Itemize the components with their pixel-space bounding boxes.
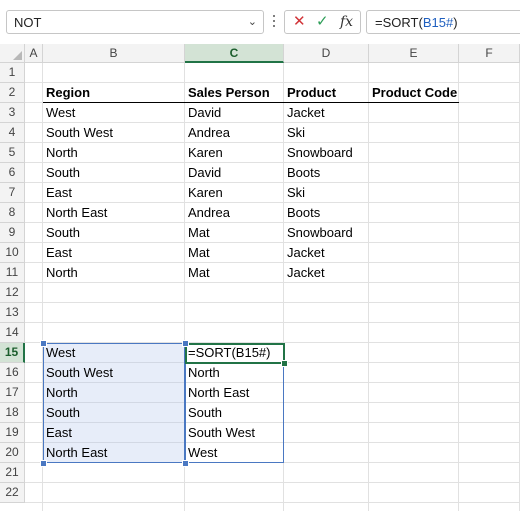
cell-d3[interactable]: Jacket <box>284 103 369 123</box>
select-all-corner[interactable] <box>0 44 25 63</box>
column-header-a[interactable]: A <box>25 44 43 63</box>
formula-bar: NOT ⌄ ✕ ✓ fx =SORT(B15#) <box>0 0 520 45</box>
cell-c3[interactable]: David <box>185 103 284 123</box>
cell-c15[interactable]: =SORT(B15#) <box>185 343 284 363</box>
cell-c19[interactable]: South West <box>185 423 284 443</box>
row-header-15[interactable]: 15 <box>0 343 25 363</box>
cell-b4[interactable]: South West <box>43 123 185 143</box>
cell-c16[interactable]: North <box>185 363 284 383</box>
x-icon[interactable]: ✕ <box>293 11 306 33</box>
name-box[interactable]: NOT ⌄ <box>6 10 264 34</box>
cell-d4[interactable]: Ski <box>284 123 369 143</box>
row-header-18[interactable]: 18 <box>0 403 25 423</box>
row-header-8[interactable]: 8 <box>0 203 25 223</box>
cell-d5[interactable]: Snowboard <box>284 143 369 163</box>
row-header-7[interactable]: 7 <box>0 183 25 203</box>
formula-input[interactable]: =SORT(B15#) <box>366 10 520 34</box>
cell-b5[interactable]: North <box>43 143 185 163</box>
cell-c7[interactable]: Karen <box>185 183 284 203</box>
cell-c18[interactable]: South <box>185 403 284 423</box>
grid-row-line <box>25 502 520 503</box>
row-header-4[interactable]: 4 <box>0 123 25 143</box>
name-box-value: NOT <box>14 15 42 30</box>
grid-row-line <box>25 482 520 483</box>
formula-buttons: ✕ ✓ fx <box>284 10 361 34</box>
cell-b19[interactable]: East <box>43 423 185 443</box>
cell-b10[interactable]: East <box>43 243 185 263</box>
cell-d11[interactable]: Jacket <box>284 263 369 283</box>
cell-b3[interactable]: West <box>43 103 185 123</box>
cell-d9[interactable]: Snowboard <box>284 223 369 243</box>
range-handle-bottom-left[interactable] <box>40 460 47 467</box>
grid-column-line <box>458 63 459 511</box>
row-header-1[interactable]: 1 <box>0 63 25 83</box>
cell-d6[interactable]: Boots <box>284 163 369 183</box>
row-header-16[interactable]: 16 <box>0 363 25 383</box>
cell-d7[interactable]: Ski <box>284 183 369 203</box>
row-header-21[interactable]: 21 <box>0 463 25 483</box>
cell-b9[interactable]: South <box>43 223 185 243</box>
grid-row-line <box>25 302 520 303</box>
formula-text: =SORT(B15#) <box>375 15 458 30</box>
cell-c8[interactable]: Andrea <box>185 203 284 223</box>
cell-c20[interactable]: West <box>185 443 284 463</box>
row-header-12[interactable]: 12 <box>0 283 25 303</box>
column-header-e[interactable]: E <box>369 44 459 63</box>
check-icon[interactable]: ✓ <box>316 11 329 33</box>
column-header-b[interactable]: B <box>43 44 185 63</box>
row-header-13[interactable]: 13 <box>0 303 25 323</box>
cell-c5[interactable]: Karen <box>185 143 284 163</box>
header-underline <box>369 102 459 103</box>
cell-b2[interactable]: Region <box>43 83 185 103</box>
range-handle-bottom-right[interactable] <box>182 460 189 467</box>
row-header-6[interactable]: 6 <box>0 163 25 183</box>
range-handle-top-left[interactable] <box>40 340 47 347</box>
row-header-19[interactable]: 19 <box>0 423 25 443</box>
cell-c9[interactable]: Mat <box>185 223 284 243</box>
cell-b7[interactable]: East <box>43 183 185 203</box>
more-options-icon[interactable] <box>271 13 277 31</box>
formula-suffix: ) <box>453 15 458 30</box>
row-header-11[interactable]: 11 <box>0 263 25 283</box>
cell-e2[interactable]: Product Code <box>369 83 459 103</box>
cell-b20[interactable]: North East <box>43 443 185 463</box>
cell-b6[interactable]: South <box>43 163 185 183</box>
cell-b16[interactable]: South West <box>43 363 185 383</box>
cell-d8[interactable]: Boots <box>284 203 369 223</box>
row-header-14[interactable]: 14 <box>0 323 25 343</box>
column-header-f[interactable]: F <box>459 44 520 63</box>
row-header-17[interactable]: 17 <box>0 383 25 403</box>
cell-c2[interactable]: Sales Person <box>185 83 284 103</box>
cell-d10[interactable]: Jacket <box>284 243 369 263</box>
cell-b18[interactable]: South <box>43 403 185 423</box>
cell-c17[interactable]: North East <box>185 383 284 403</box>
row-header-3[interactable]: 3 <box>0 103 25 123</box>
cell-c6[interactable]: David <box>185 163 284 183</box>
formula-prefix: =SORT( <box>375 15 423 30</box>
fill-handle[interactable] <box>281 360 288 367</box>
chevron-down-icon[interactable]: ⌄ <box>248 15 257 28</box>
cell-b11[interactable]: North <box>43 263 185 283</box>
cell-c10[interactable]: Mat <box>185 243 284 263</box>
row-header-9[interactable]: 9 <box>0 223 25 243</box>
cell-d2[interactable]: Product <box>284 83 369 103</box>
range-handle-top-right[interactable] <box>182 340 189 347</box>
row-header-22[interactable]: 22 <box>0 483 25 503</box>
cell-b17[interactable]: North <box>43 383 185 403</box>
row-header-2[interactable]: 2 <box>0 83 25 103</box>
column-header-c[interactable]: C <box>185 44 284 63</box>
grid-row-line <box>25 322 520 323</box>
cell-c11[interactable]: Mat <box>185 263 284 283</box>
row-header-10[interactable]: 10 <box>0 243 25 263</box>
cell-c4[interactable]: Andrea <box>185 123 284 143</box>
function-icon[interactable]: fx <box>340 11 353 33</box>
cell-b8[interactable]: North East <box>43 203 185 223</box>
cell-b15[interactable]: West <box>43 343 185 363</box>
row-header-5[interactable]: 5 <box>0 143 25 163</box>
formula-reference: B15# <box>422 15 454 30</box>
column-header-d[interactable]: D <box>284 44 369 63</box>
row-header-20[interactable]: 20 <box>0 443 25 463</box>
